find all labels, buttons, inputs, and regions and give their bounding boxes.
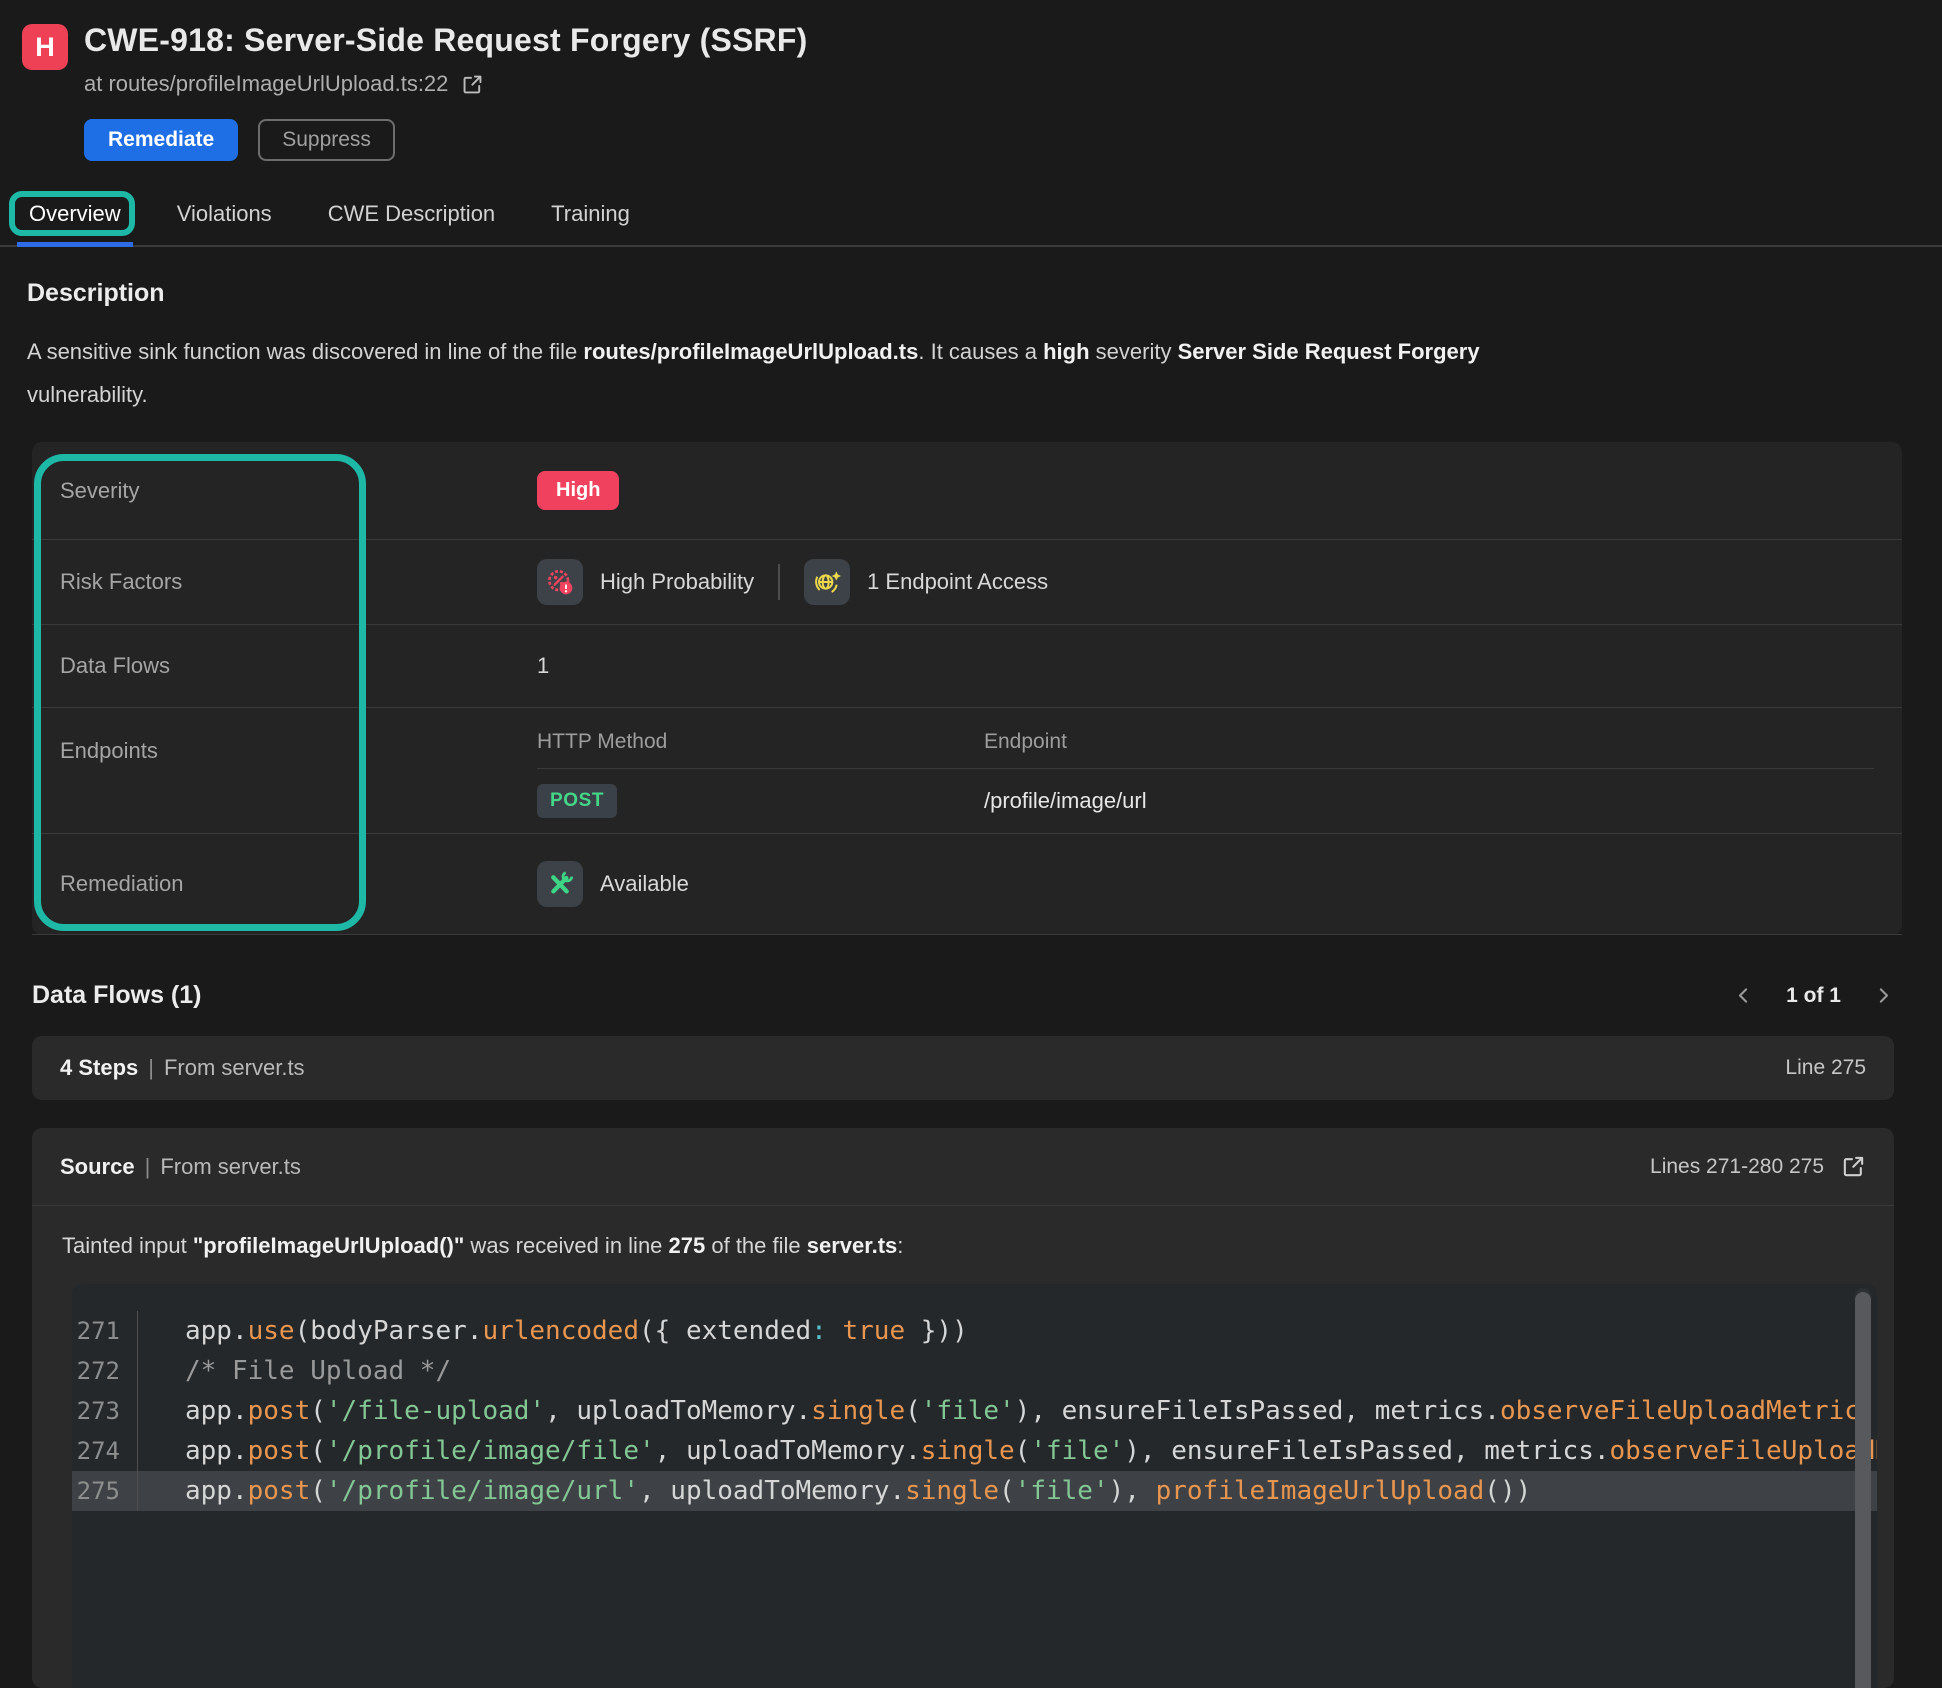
steps-line-number: Line 275 [1785, 1056, 1866, 1080]
source-from-file: From server.ts [160, 1154, 301, 1180]
tab-training-label: Training [551, 201, 630, 226]
data-flows-section-header: Data Flows (1) 1 of 1 [32, 981, 1894, 1010]
external-link-icon[interactable] [461, 73, 484, 96]
taint-description: Tainted input "profileImageUrlUpload()" … [32, 1206, 1894, 1259]
description-text: A sensitive sink function was discovered… [27, 330, 1507, 416]
remediation-label: Remediation [32, 871, 537, 897]
remediate-button[interactable]: Remediate [84, 119, 238, 161]
external-link-icon[interactable] [1841, 1154, 1866, 1179]
chevron-left-icon [1733, 985, 1754, 1006]
risk-factor-endpoint-access-text: 1 Endpoint Access [867, 569, 1048, 595]
code-line-275: 275app.post('/profile/image/url', upload… [72, 1471, 1877, 1511]
page-title: CWE-918: Server-Side Request Forgery (SS… [84, 22, 807, 59]
description-heading: Description [27, 279, 1894, 308]
code-line-273: 273app.post('/file-upload', uploadToMemo… [72, 1391, 1877, 1431]
severity-label: Severity [32, 478, 537, 504]
risk-factors-row: Risk Factors High Probability [32, 540, 1902, 625]
previous-flow-button[interactable] [1733, 985, 1754, 1006]
risk-factor-probability-text: High Probability [600, 569, 754, 595]
source-step-card: Source | From server.ts Lines 271-280 27… [32, 1128, 1894, 1688]
probability-badge-icon [537, 559, 583, 605]
details-panel: Severity High Risk Factors [32, 442, 1902, 935]
steps-separator: | [148, 1055, 154, 1081]
tab-training[interactable]: Training [549, 189, 632, 245]
risk-factors-label: Risk Factors [32, 569, 537, 595]
steps-summary-bar[interactable]: 4 Steps | From server.ts Line 275 [32, 1036, 1894, 1100]
code-line-274: 274app.post('/profile/image/file', uploa… [72, 1431, 1877, 1471]
tab-cwe-description-label: CWE Description [328, 201, 495, 226]
endpoints-row: Endpoints HTTP Method Endpoint POST /pro… [32, 708, 1902, 834]
next-flow-button[interactable] [1873, 985, 1894, 1006]
steps-count: 4 Steps [60, 1055, 138, 1081]
tab-violations[interactable]: Violations [175, 189, 274, 245]
pagination-count: 1 of 1 [1786, 984, 1841, 1008]
tools-icon [537, 861, 583, 907]
data-flows-heading: Data Flows (1) [32, 981, 201, 1010]
data-flow-pagination: 1 of 1 [1733, 984, 1894, 1008]
code-line-272: 272/* File Upload */ [72, 1351, 1877, 1391]
tab-overview-label: Overview [29, 201, 121, 226]
remediation-row: Remediation Available [32, 834, 1902, 935]
http-method-badge: POST [537, 784, 617, 818]
tab-bar: Overview Violations CWE Description Trai… [0, 189, 1942, 247]
file-location-text: at routes/profileImageUrlUpload.ts:22 [84, 71, 448, 97]
endpoint-target-icon [804, 559, 850, 605]
data-flows-label: Data Flows [32, 653, 537, 679]
severity-badge: High [537, 471, 619, 510]
steps-from-file: From server.ts [164, 1055, 305, 1081]
source-separator: | [145, 1154, 151, 1180]
http-method-header: HTTP Method [537, 730, 984, 754]
risk-factor-probability: High Probability [537, 559, 754, 605]
suppress-button[interactable]: Suppress [258, 119, 395, 161]
active-tab-indicator [17, 242, 133, 247]
code-snippet: 271app.use(bodyParser.urlencoded({ exten… [72, 1284, 1877, 1688]
endpoint-value: /profile/image/url [984, 788, 1147, 814]
source-lines-label: Lines 271-280 275 [1650, 1155, 1824, 1179]
source-title: Source [60, 1154, 135, 1180]
chevron-right-icon [1873, 985, 1894, 1006]
tab-overview[interactable]: Overview [27, 189, 123, 245]
code-line-271: 271app.use(bodyParser.urlencoded({ exten… [72, 1311, 1877, 1351]
code-lines: 271app.use(bodyParser.urlencoded({ exten… [72, 1311, 1877, 1511]
risk-factor-endpoint-access: 1 Endpoint Access [804, 559, 1048, 605]
tab-cwe-description[interactable]: CWE Description [326, 189, 497, 245]
code-scrollbar-thumb[interactable] [1855, 1292, 1871, 1688]
remediation-available: Available [537, 861, 689, 907]
data-flows-value: 1 [537, 653, 1902, 679]
risk-factor-separator [778, 564, 780, 600]
endpoints-label: Endpoints [32, 708, 537, 764]
tab-violations-label: Violations [177, 201, 272, 226]
endpoint-header: Endpoint [984, 730, 1067, 754]
issue-header: H CWE-918: Server-Side Request Forgery (… [0, 0, 1942, 161]
remediation-value: Available [600, 871, 689, 897]
description-section: Description A sensitive sink function wa… [0, 247, 1942, 416]
data-flows-row: Data Flows 1 [32, 625, 1902, 708]
severity-row: Severity High [32, 442, 1902, 540]
severity-letter-badge: H [22, 24, 68, 70]
